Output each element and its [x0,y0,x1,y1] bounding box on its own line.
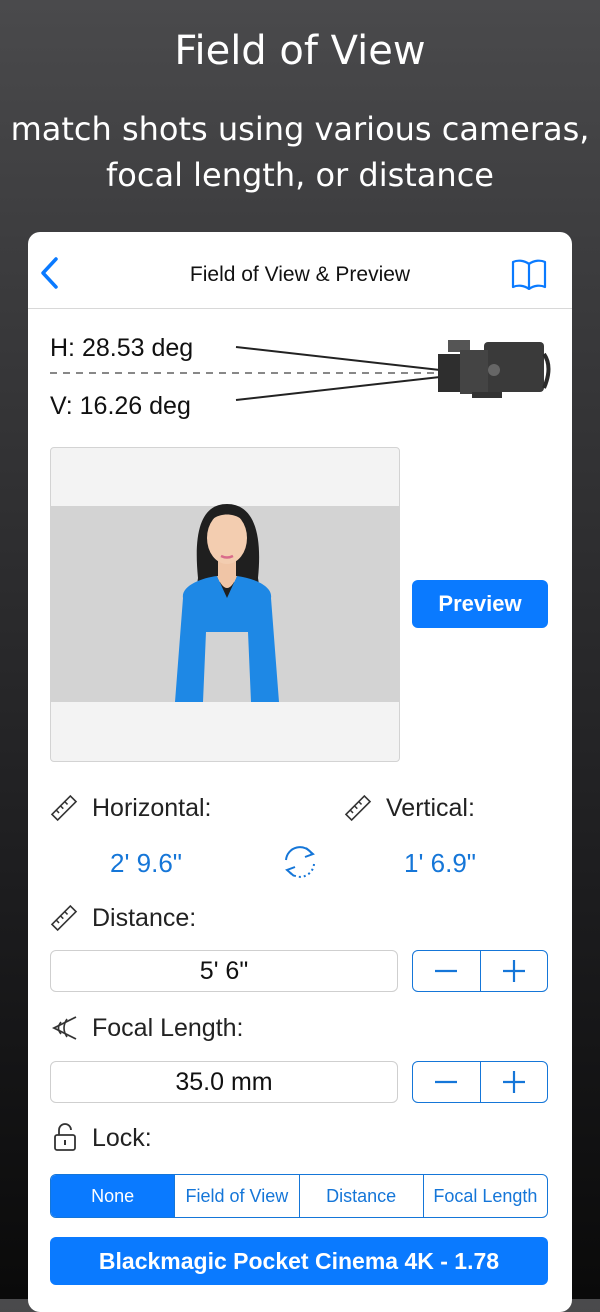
preview-button[interactable]: Preview [412,580,548,628]
book-icon[interactable] [510,256,548,290]
focal-length-increment-button[interactable] [479,1062,548,1102]
distance-field[interactable]: 5' 6" [50,950,398,992]
distance-increment-button[interactable] [479,951,548,991]
lock-label: Lock: [92,1124,152,1152]
lock-option-none[interactable]: None [51,1175,175,1217]
minus-icon [435,969,458,973]
focal-length-field[interactable]: 35.0 mm [50,1061,398,1103]
lock-option-focal-length[interactable]: Focal Length [422,1175,547,1217]
lens-angle-icon [51,1016,77,1040]
promo-subtitle-line-1: match shots using various cameras, [10,110,590,148]
promo-title: Field of View [174,28,426,74]
distance-stepper [412,950,548,992]
focal-length-decrement-button[interactable] [413,1062,480,1102]
distance-label: Distance: [92,904,197,932]
nav-title: Field of View & Preview [189,263,411,286]
lock-icon [54,1123,76,1151]
plus-icon [502,1071,525,1093]
horizontal-label: Horizontal: [92,794,212,822]
minus-icon [435,1080,458,1084]
camera-select-button[interactable]: Blackmagic Pocket Cinema 4K - 1.78 [50,1237,548,1285]
vertical-value: 1' 6.9" [404,848,477,878]
preview-frame [50,447,400,762]
app-screen: Field of View & Preview H: 28.53 deg V: … [28,232,572,1312]
swap-orientation-icon[interactable] [278,840,322,884]
distance-decrement-button[interactable] [413,951,480,991]
promo-subtitle: match shots using various cameras, focal… [0,106,600,198]
focal-length-label: Focal Length: [92,1014,244,1042]
horizontal-value: 2' 9.6" [110,848,183,878]
vertical-label: Vertical: [386,794,475,822]
nav-bar: Field of View & Preview [28,232,572,309]
lock-option-distance[interactable]: Distance [298,1175,423,1217]
ruler-icon [50,904,78,932]
fov-lines-diagram [50,340,551,401]
lock-option-field-of-view[interactable]: Field of View [174,1175,298,1217]
video-camera-icon [438,340,551,398]
promo-subtitle-line-2: focal length, or distance [106,156,494,194]
subject-figure [175,504,279,702]
ruler-icon [50,794,78,822]
plus-icon [502,960,525,982]
ruler-icon [344,794,372,822]
lock-segmented-control: None Field of View Distance Focal Length [50,1174,548,1218]
focal-length-stepper [412,1061,548,1103]
